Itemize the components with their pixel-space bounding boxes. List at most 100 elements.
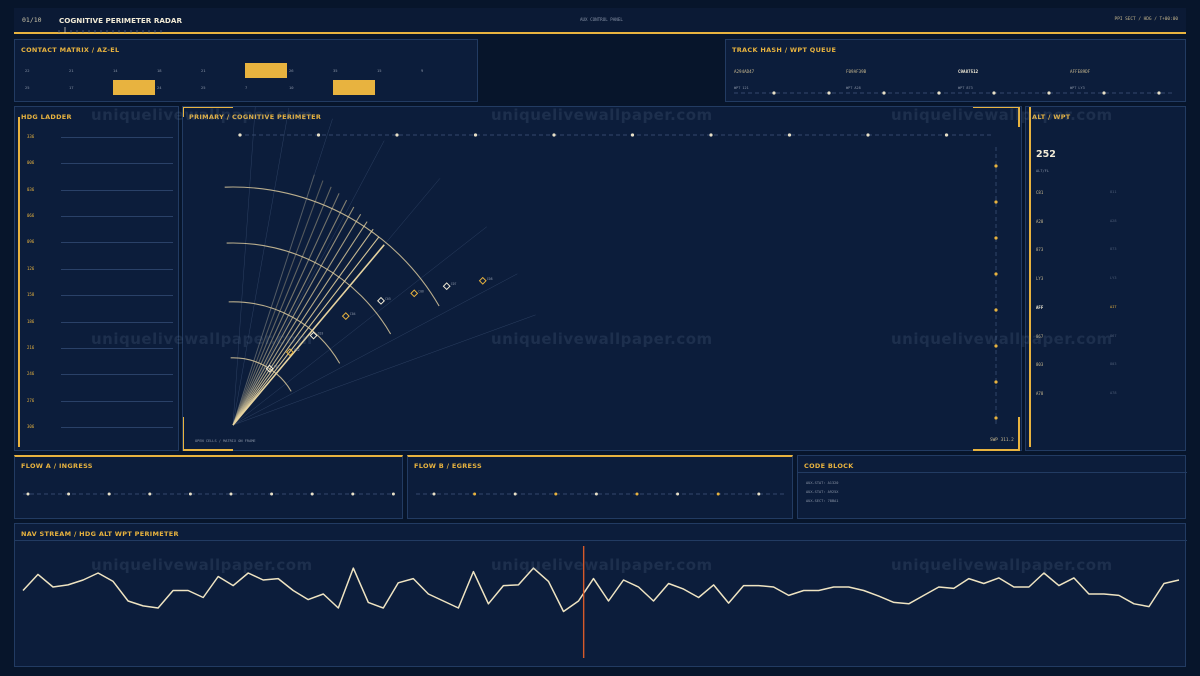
alt-val: A28 (1110, 218, 1117, 223)
matrix-cell: 21 (69, 68, 74, 73)
top-track-dot (630, 133, 635, 137)
right-track-dot (994, 236, 998, 240)
contact-matrix-panel: CONTACT MATRIX / AZ-EL 22 21 14 18 21 26 35 15 9… (14, 39, 478, 102)
contact-label: C07 (451, 282, 457, 286)
code-line: AUX-SECT: 78BA1 (806, 499, 839, 503)
right-track-dot (994, 416, 998, 420)
matrix-cell: 25 (201, 85, 206, 90)
contact-matrix-title: CONTACT MATRIX / AZ-EL (21, 46, 120, 54)
flow-b-dot (716, 492, 720, 496)
alt-wpt-row: 873 873 (1034, 247, 1179, 255)
nav-stream-panel: NAV STREAM / HDG ALT WPT PERIMETER (14, 523, 1187, 667)
alt-code: 873 (1036, 247, 1044, 253)
hdg-ladder-panel: HDG LADDER 336 006 036 066 096 126 158 186 216 24… (14, 106, 179, 451)
matrix-cell: 15 (377, 68, 382, 73)
radar-radial (232, 140, 385, 426)
flow-a-dot (391, 492, 395, 496)
matrix-cell: 14 (113, 68, 118, 73)
matrix-cell: 24 (157, 85, 162, 90)
top-track-dot (944, 133, 949, 137)
flow-a-dot (67, 492, 71, 496)
alt-wpt-row: A28 A28 (1034, 219, 1179, 227)
flow-a-dot (310, 492, 314, 496)
contact-marker (410, 289, 419, 298)
hdg-value: 096 (27, 239, 35, 245)
contact-label: C04 (350, 312, 356, 316)
sweep-beam (232, 199, 348, 426)
contact-marker (341, 312, 350, 321)
matrix-cell: 7 (245, 85, 248, 90)
header-bar: 01/10 COGNITIVE PERIMETER RADAR AUX CONT… (14, 8, 1186, 34)
hdg-ladder-rows: 336 006 036 066 096 126 158 186 216 246 276 306 (25, 134, 175, 429)
matrix-cell: 25 (25, 85, 30, 90)
contact-marker (377, 296, 385, 305)
top-track-dot (238, 133, 242, 137)
flow-b-track (416, 492, 786, 496)
radar-contact: C03 (309, 332, 324, 340)
flow-b-dot (554, 492, 558, 496)
wpt-dot (882, 91, 886, 95)
alt-code: 803 (1036, 362, 1044, 368)
alt-code: 867 (1036, 333, 1044, 339)
hdg-row: 158 (25, 292, 175, 297)
hdg-value: 186 (27, 318, 35, 324)
hdg-gridline (61, 321, 173, 323)
alt-sub: ALT/FL (1036, 169, 1049, 173)
sweep-beam (232, 186, 332, 426)
radar-contact: C08 (478, 277, 493, 285)
contact-label: C08 (487, 277, 493, 281)
alt-val: 811 (1110, 190, 1117, 194)
alt-val: 803 (1110, 362, 1117, 367)
wpt-dot (772, 91, 776, 95)
code-line: AUX-STAT: A1320 (806, 481, 839, 485)
flow-a-dot (351, 492, 355, 496)
alt-wpt-title: ALT / WPT (1032, 113, 1071, 121)
matrix-cell: 22 (25, 68, 30, 73)
hdg-row: 066 (25, 213, 175, 218)
alt-value: 252 (1036, 149, 1056, 160)
flow-b-dot (757, 492, 761, 496)
hdg-value: 336 (27, 134, 35, 139)
center-label: AUX CONTROL PANEL (580, 17, 623, 22)
wpt-dot (1157, 91, 1161, 95)
hdg-gridline (61, 189, 173, 191)
flow-b-dot (513, 492, 517, 496)
top-track-dot (395, 133, 399, 137)
alt-wpt-row: LY3 LY3 (1034, 276, 1179, 284)
hdg-gridline (61, 242, 173, 244)
top-track-dot (316, 133, 321, 137)
matrix-cell: 10 (289, 85, 294, 90)
wpt-dot (1047, 91, 1051, 95)
alt-val: AIT (1110, 304, 1117, 309)
hdg-value: 126 (27, 265, 35, 271)
flow-a-dot (229, 492, 233, 496)
radar-display: C01 C02 C03 C04 C05 C06 C07 C08 (183, 107, 1020, 451)
flow-a-title: FLOW A / INGRESS (21, 462, 93, 470)
alt-wpt-row: 867 867 (1034, 334, 1179, 342)
hdg-value: 276 (27, 397, 35, 403)
contact-label: C06 (418, 289, 424, 293)
alt-code: LY3 (1036, 276, 1044, 282)
flow-b-panel: FLOW B / EGRESS (407, 455, 793, 519)
flow-a-track (23, 492, 395, 496)
hdg-gridline (61, 374, 173, 376)
contact-marker (442, 282, 451, 291)
flow-b-dot (676, 492, 680, 496)
sweep-beam (232, 228, 374, 426)
contact-matrix-row-2: 25 17 24 25 7 10 (25, 80, 465, 95)
matrix-cell (333, 80, 375, 95)
hdg-row: 096 (25, 239, 175, 245)
hdg-value: 006 (27, 160, 35, 166)
track-hash-item: AFFE89DF (1070, 69, 1091, 74)
track-hash-item: F09AF39B (846, 69, 867, 74)
contact-label: C03 (318, 332, 324, 336)
radar-contact: C04 (341, 312, 356, 321)
primary-footer-left: OPEN CELLS / MATRIX ON FRAME (195, 439, 256, 443)
hdg-value: 246 (27, 371, 35, 377)
hdg-gridline (61, 163, 173, 165)
nav-stream-chart (22, 546, 1180, 658)
contact-label: C01 (274, 365, 280, 369)
right-status: PPI SECT / HDG / T+00:00 (1114, 17, 1178, 22)
hdg-row: 336 (25, 134, 175, 139)
hdg-gridline (61, 268, 173, 270)
